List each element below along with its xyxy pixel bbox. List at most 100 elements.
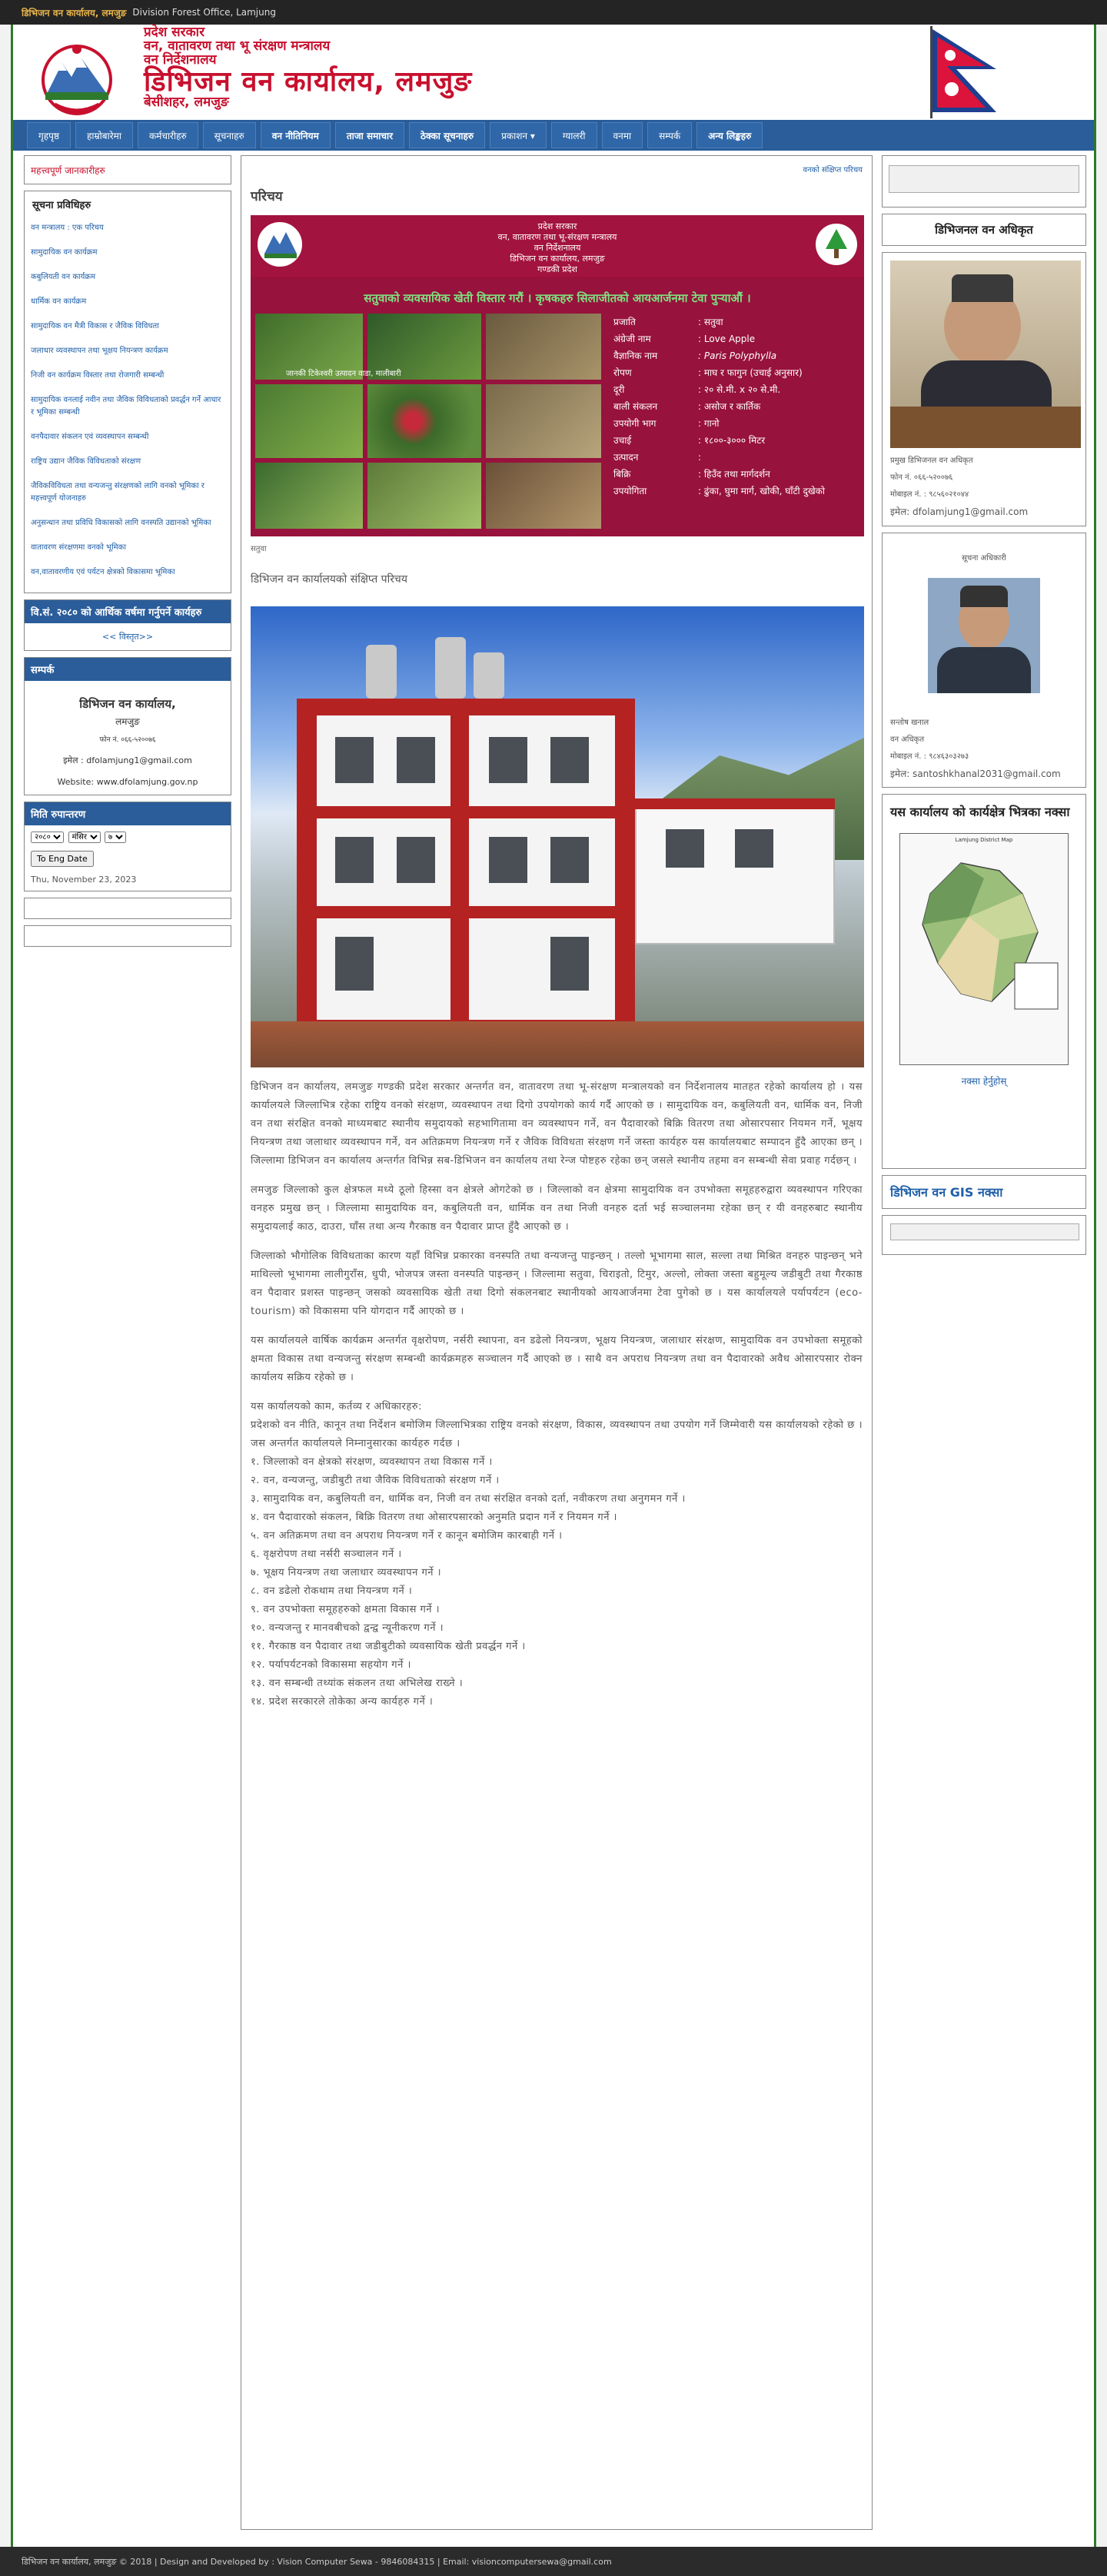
- intro-paragraph: डिभिजन वन कार्यालय, लमजुङ गण्डकी प्रदेश …: [251, 1081, 863, 1167]
- banner-line: वन, वातावरण तथा भू-संरक्षण मन्त्रालय: [497, 232, 617, 242]
- duty-item: ४. वन पैदावारको संकलन, बिक्रि वितरण तथा …: [251, 1512, 617, 1523]
- footer-text: डिभिजन वन कार्यालय, लमजुङ © 2018 | Desig…: [22, 2556, 612, 2567]
- nav-gallery[interactable]: ग्यालरी: [550, 122, 597, 148]
- right-sidebar: डिभिजनल वन अधिकृत प्रमुख डिभिजनल वन अधिक…: [882, 155, 1086, 1255]
- duty-item: ६. वृक्षरोपण तथा नर्सरी सञ्चालन गर्ने ।: [251, 1549, 402, 1560]
- officer-title: डिभिजनल वन अधिकृत: [882, 214, 1086, 246]
- nav-contact[interactable]: सम्पर्क: [647, 122, 693, 148]
- page-title: परिचय: [251, 189, 283, 204]
- nav-links[interactable]: अन्य लिङ्कहरु: [696, 122, 763, 148]
- circular-link[interactable]: << विस्तृत>>: [102, 632, 153, 642]
- convert-date-button[interactable]: To Eng Date: [31, 851, 94, 867]
- info-link[interactable]: अनुसन्धान तथा प्रविधि विकासको लागि वनस्प…: [31, 513, 224, 537]
- address-place: लमजुङ: [115, 716, 140, 727]
- month-select[interactable]: मंसिर: [68, 832, 101, 843]
- officer-email[interactable]: इमेल: dfolamjung1@gmail.com: [890, 505, 1078, 518]
- officer-line: मोबाइल नं. : ९८५६०२१०४४: [890, 490, 969, 499]
- year-select[interactable]: २०८०: [31, 832, 64, 843]
- info-label: उत्पादन: [613, 452, 639, 463]
- gis-map-link[interactable]: डिभिजन वन GIS नक्सा: [882, 1175, 1086, 1209]
- officer-line: फोन नं. ०६६-५२००७६: [890, 473, 953, 482]
- secondary-input[interactable]: [890, 1223, 1079, 1240]
- info-link[interactable]: जैविकविविधता तथा वन्यजन्तु संरक्षणको लाग…: [31, 476, 224, 513]
- info-label: उपयोगी भाग: [613, 418, 657, 429]
- info-link[interactable]: धार्मिक वन कार्यक्रम: [31, 291, 224, 316]
- info-link[interactable]: जलाधार व्यवस्थापन तथा भूक्षय नियन्त्रण क…: [31, 340, 224, 365]
- address-name: डिभिजन वन कार्यालय,: [79, 697, 176, 711]
- address-email[interactable]: इमेल : dfolamjung1@gmail.com: [29, 755, 226, 766]
- nav-forest[interactable]: वनमा: [601, 122, 643, 148]
- info-link[interactable]: सामुदायिक वन मैत्री विकास र जैविक विविधत…: [31, 316, 224, 340]
- nav-publication[interactable]: प्रकाशन ▾: [490, 122, 547, 148]
- officer-card: प्रमुख डिभिजनल वन अधिकृत फोन नं. ०६६-५२०…: [882, 252, 1086, 526]
- info-officer-title: सूचना अधिकारी: [962, 554, 1006, 563]
- intro-paragraph: लमजुङ जिल्लाको कुल क्षेत्रफल मध्ये ठूलो …: [251, 1184, 863, 1233]
- info-box-title: सूचना प्रविधिहरु: [32, 200, 91, 211]
- satuwa-info: प्रजाति: सतुवा अंग्रेजी नाम: Love Apple …: [613, 314, 859, 500]
- header-place: बेसीशहर, लमजुङ: [144, 95, 229, 111]
- site-title: डिभिजन वन कार्यालय, लमजुङ: [144, 65, 473, 98]
- info-value: : २० से.मी. x २० से.मी.: [698, 384, 781, 395]
- info-link[interactable]: सामुदायिक वन कार्यक्रम: [31, 242, 224, 267]
- nav-about[interactable]: हाम्रोबारेमा: [75, 122, 133, 148]
- duty-item: १२. पर्यापर्यटनको विकासमा सहयोग गर्ने ।: [251, 1659, 411, 1671]
- topbar-office-en: Division Forest Office, Lamjung: [132, 7, 276, 18]
- duty-item: ८. वन डढेलो रोकथाम तथा नियन्त्रण गर्ने ।: [251, 1585, 413, 1597]
- info-label: बाली संकलन: [613, 401, 658, 412]
- breadcrumb[interactable]: वनको संक्षिप्त परिचय: [251, 156, 863, 174]
- info-label: अंग्रेजी नाम: [613, 334, 651, 344]
- duty-item: ११. गैरकाष्ठ वन पैदावार तथा जडीबुटीको व्…: [251, 1641, 526, 1652]
- nav-tender[interactable]: ठेक्का सूचनाहरु: [409, 122, 486, 148]
- info-officer-line: सन्तोष खनाल: [890, 719, 929, 727]
- info-link[interactable]: वन मन्त्रालय : एक परिचय: [31, 217, 224, 242]
- info-officer-card: सूचना अधिकारी सन्तोष खनाल वन अधिकृत मोबा…: [882, 533, 1086, 788]
- nav-notices[interactable]: सूचनाहरु: [202, 122, 256, 148]
- info-link[interactable]: वातावरण संरक्षणमा वनको भूमिका: [31, 537, 224, 562]
- address-phone: फोन नं. ०६६-५२००७६: [99, 736, 156, 744]
- date-converter-title: मिति रुपान्तरण: [25, 802, 231, 825]
- nav-staff[interactable]: कर्मचारीहरु: [137, 122, 198, 148]
- duty-item: १. जिल्लाको वन क्षेत्रको संरक्षण, व्यवस्…: [251, 1456, 493, 1468]
- info-link[interactable]: निजी वन कार्यक्रम विस्तार तथा रोजगारी सम…: [31, 365, 224, 390]
- main-content: वनको संक्षिप्त परिचय परिचय प्रदेश सरकार …: [241, 155, 873, 2530]
- map-heading: यस कार्यालय को कार्यक्षेत्र भित्रका नक्स…: [890, 805, 1070, 819]
- search-widget: [882, 155, 1086, 207]
- map-title: Lamjung District Map: [955, 837, 1013, 843]
- address-website[interactable]: Website: www.dfolamjung.gov.np: [29, 777, 226, 787]
- office-building-photo: [251, 606, 864, 1067]
- nav-news[interactable]: ताजा समाचार: [334, 122, 404, 148]
- info-value: : Paris Polyphylla: [698, 350, 777, 361]
- district-map[interactable]: Lamjung District Map: [899, 833, 1069, 1065]
- header-line-2: वन, वातावरण तथा भू संरक्षण मन्त्रालय: [144, 38, 331, 54]
- info-officer-line: मोबाइल नं. : ९८४६३०३२७३: [890, 752, 969, 761]
- info-link[interactable]: कबुलियती वन कार्यक्रम: [31, 267, 224, 291]
- info-value: : गानो: [698, 418, 720, 429]
- intro-paragraph: जिल्लाको भौगोलिक विविधताका कारण यहाँ विभ…: [251, 1250, 863, 1317]
- info-link[interactable]: सामुदायिक वनलाई नवीन तथा जैविक विविधताको…: [31, 390, 224, 427]
- nav-home[interactable]: गृहपृष्ठ: [27, 122, 71, 148]
- info-link[interactable]: वनपैदावार संकलन एवं व्यवस्थापन सम्बन्धी: [31, 427, 224, 451]
- banner-line: गण्डकी प्रदेश: [537, 264, 577, 274]
- duty-item: १०. वन्यजन्तु र मानवबीचको द्वन्द्व न्यून…: [251, 1622, 444, 1634]
- day-select[interactable]: ७: [105, 832, 126, 843]
- secondary-widget: [882, 1215, 1086, 1255]
- info-link[interactable]: वन,वातावरणीय एवं पर्यटन क्षेत्रको विकासम…: [31, 562, 224, 586]
- empty-widget: [24, 898, 231, 919]
- banner-line: प्रदेश सरकार: [537, 221, 577, 231]
- map-link[interactable]: नक्सा हेर्नुहोस्: [890, 1074, 1078, 1087]
- important-notice[interactable]: महत्त्वपूर्ण जानकारीहरु: [24, 155, 231, 184]
- info-officer-email[interactable]: इमेल: santoshkhanal2031@gmail.com: [890, 767, 1078, 780]
- footer: डिभिजन वन कार्यालय, लमजुङ © 2018 | Desig…: [0, 2547, 1107, 2576]
- search-input[interactable]: [889, 165, 1079, 193]
- section-heading: डिभिजन वन कार्यालयको संक्षिप्त परिचय: [251, 573, 407, 586]
- banner-line: वन निर्देशनालय: [534, 243, 581, 253]
- info-value: : सतुवा: [698, 317, 723, 327]
- duty-item: २. वन, वन्यजन्तु, जडीबुटी तथा जैविक विवि…: [251, 1475, 500, 1486]
- info-link[interactable]: राष्ट्रिय उद्यान जैविक विविधताको संरक्षण: [31, 451, 224, 476]
- nav-publication-label: प्रकाशन: [501, 131, 528, 141]
- nav-policy[interactable]: वन नीतिनियम: [260, 122, 331, 148]
- duty-item: १४. प्रदेश सरकारले तोकेका अन्य कार्यहरु …: [251, 1696, 434, 1708]
- content-frame: महत्त्वपूर्ण जानकारीहरु सूचना प्रविधिहरु…: [11, 151, 1096, 2547]
- info-list: वन मन्त्रालय : एक परिचय सामुदायिक वन कार…: [25, 217, 231, 593]
- info-officer-photo: [928, 578, 1040, 693]
